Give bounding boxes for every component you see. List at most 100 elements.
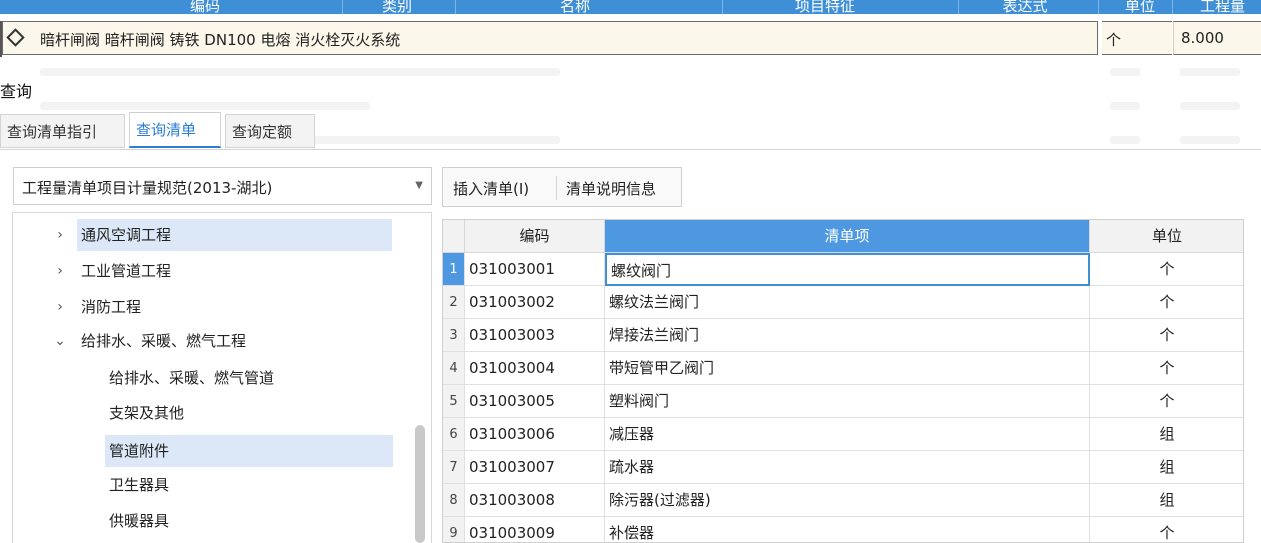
table-row[interactable]: 9 031003009 补偿器 个	[443, 517, 1243, 542]
background-row	[40, 102, 370, 110]
table-row[interactable]: 4 031003004 带短管甲乙阀门 个	[443, 352, 1243, 385]
table-row[interactable]: 7 031003007 疏水器 组	[443, 451, 1243, 484]
tab-quota-query[interactable]: 查询定额	[225, 114, 315, 148]
tree-item-label: 供暖器具	[109, 512, 170, 530]
column-header-expression[interactable]: 表达式	[980, 0, 1070, 14]
row-code: 031003009	[465, 517, 605, 542]
row-name: 螺纹法兰阀门	[605, 286, 1090, 319]
table-row[interactable]: 5 031003005 塑料阀门 个	[443, 385, 1243, 418]
row-name: 补偿器	[605, 517, 1090, 542]
background-row	[310, 136, 560, 144]
row-code: 031003004	[465, 352, 605, 385]
row-number: 8	[443, 484, 465, 517]
row-number-header	[443, 220, 465, 253]
row-unit: 个	[1090, 517, 1243, 542]
caret-down-icon[interactable]: ▼	[415, 180, 423, 191]
tree-scrollbar[interactable]	[415, 425, 425, 543]
column-header-code[interactable]: 编码	[465, 220, 605, 253]
chevron-down-icon[interactable]: ⌄	[53, 325, 67, 357]
column-divider	[455, 0, 456, 14]
row-number: 4	[443, 352, 465, 385]
row-unit: 个	[1090, 319, 1243, 352]
background-row	[1110, 136, 1140, 144]
column-header-quantity[interactable]: 工程量	[1200, 0, 1261, 14]
row-name: 带短管甲乙阀门	[605, 352, 1090, 385]
column-divider	[722, 0, 723, 14]
tree-item-label: 工业管道工程	[81, 262, 172, 280]
row-name: 塑料阀门	[605, 385, 1090, 418]
tree-item-hvac[interactable]: › 通风空调工程	[53, 219, 393, 251]
tree-item-label: 管道附件	[109, 442, 170, 460]
tree-item-label: 通风空调工程	[77, 219, 392, 251]
row-unit: 组	[1090, 451, 1243, 484]
row-unit: 组	[1090, 418, 1243, 451]
row-code: 031003007	[465, 451, 605, 484]
bill-info-button[interactable]: 清单说明信息	[566, 178, 656, 199]
table-row[interactable]: 3 031003003 焊接法兰阀门 个	[443, 319, 1243, 352]
column-header-code[interactable]: 编码	[150, 0, 260, 14]
bill-table: 编码 清单项 单位 1 031003001 螺纹阀门 个 2 031003002…	[442, 219, 1244, 543]
row-code: 031003005	[465, 385, 605, 418]
category-tree: › 通风空调工程 › 工业管道工程 › 消防工程 ⌄ 给排水、采暖、燃气工程 给…	[12, 212, 432, 543]
column-header-item[interactable]: 清单项	[605, 220, 1090, 253]
row-quantity: 8.000	[1181, 29, 1224, 47]
tree-item-label: 给排水、采暖、燃气工程	[81, 332, 247, 350]
column-divider	[1172, 0, 1173, 14]
background-row	[1110, 102, 1140, 110]
row-number: 1	[443, 253, 465, 286]
row-number: 6	[443, 418, 465, 451]
column-header-unit[interactable]: 单位	[1090, 220, 1243, 253]
row-name: 疏水器	[605, 451, 1090, 484]
row-number: 9	[443, 517, 465, 542]
row-unit: 个	[1090, 286, 1243, 319]
column-divider	[342, 0, 343, 14]
row-description: 暗杆闸阀 暗杆闸阀 铸铁 DN100 电熔 消火栓灭火系统	[40, 31, 401, 49]
tab-bill-guide[interactable]: 查询清单指引	[0, 114, 125, 148]
background-row	[40, 68, 560, 76]
tab-bill-query[interactable]: 查询清单	[129, 112, 221, 148]
row-code: 031003008	[465, 484, 605, 517]
chevron-right-icon[interactable]: ›	[53, 219, 67, 251]
row-name: 焊接法兰阀门	[605, 319, 1090, 352]
action-toolbar: 插入清单(I) 清单说明信息	[442, 167, 682, 207]
row-code: 031003003	[465, 319, 605, 352]
row-unit: 个	[1090, 253, 1243, 286]
row-unit: 个	[1090, 385, 1243, 418]
column-header-category[interactable]: 类别	[352, 0, 442, 14]
column-header-unit[interactable]: 单位	[1110, 0, 1170, 14]
tab-divider	[0, 149, 1261, 150]
table-row[interactable]: 6 031003006 减压器 组	[443, 418, 1243, 451]
insert-bill-button[interactable]: 插入清单(I)	[453, 178, 529, 199]
tree-item-label: 消防工程	[81, 298, 142, 316]
chevron-right-icon[interactable]: ›	[53, 291, 67, 323]
row-name[interactable]: 螺纹阀门	[605, 253, 1090, 286]
row-number: 2	[443, 286, 465, 319]
column-divider	[958, 0, 959, 14]
spec-select-value: 工程量清单项目计量规范(2013-湖北)	[22, 179, 273, 197]
table-row[interactable]: 2 031003002 螺纹法兰阀门 个	[443, 286, 1243, 319]
background-row	[1180, 136, 1240, 144]
column-divider	[1098, 0, 1099, 14]
row-code: 031003006	[465, 418, 605, 451]
row-name: 减压器	[605, 418, 1090, 451]
background-row	[1180, 68, 1240, 76]
spec-select[interactable]: 工程量清单项目计量规范(2013-湖北) ▼	[13, 167, 432, 205]
row-unit: 个	[1106, 31, 1122, 49]
tree-item-label: 卫生器具	[109, 476, 170, 494]
row-code: 031003002	[465, 286, 605, 319]
row-unit: 个	[1090, 352, 1243, 385]
row-number: 7	[443, 451, 465, 484]
background-row	[1180, 102, 1240, 110]
tree-item-pipe-fittings[interactable]: 管道附件	[105, 435, 393, 467]
column-header-features[interactable]: 项目特征	[770, 0, 880, 14]
toolbar-divider	[556, 176, 557, 200]
table-row[interactable]: 1 031003001 螺纹阀门 个	[443, 253, 1243, 286]
tree-item-label: 支架及其他	[109, 404, 185, 422]
table-row[interactable]: 8 031003008 除污器(过滤器) 组	[443, 484, 1243, 517]
chevron-right-icon[interactable]: ›	[53, 255, 67, 287]
bill-item-row[interactable]: 暗杆闸阀 暗杆闸阀 铸铁 DN100 电熔 消火栓灭火系统 个 8.000	[0, 21, 1261, 57]
panel-title: 查询	[0, 82, 33, 101]
row-number: 5	[443, 385, 465, 418]
background-row	[1110, 68, 1140, 76]
column-header-name[interactable]: 名称	[530, 0, 620, 14]
